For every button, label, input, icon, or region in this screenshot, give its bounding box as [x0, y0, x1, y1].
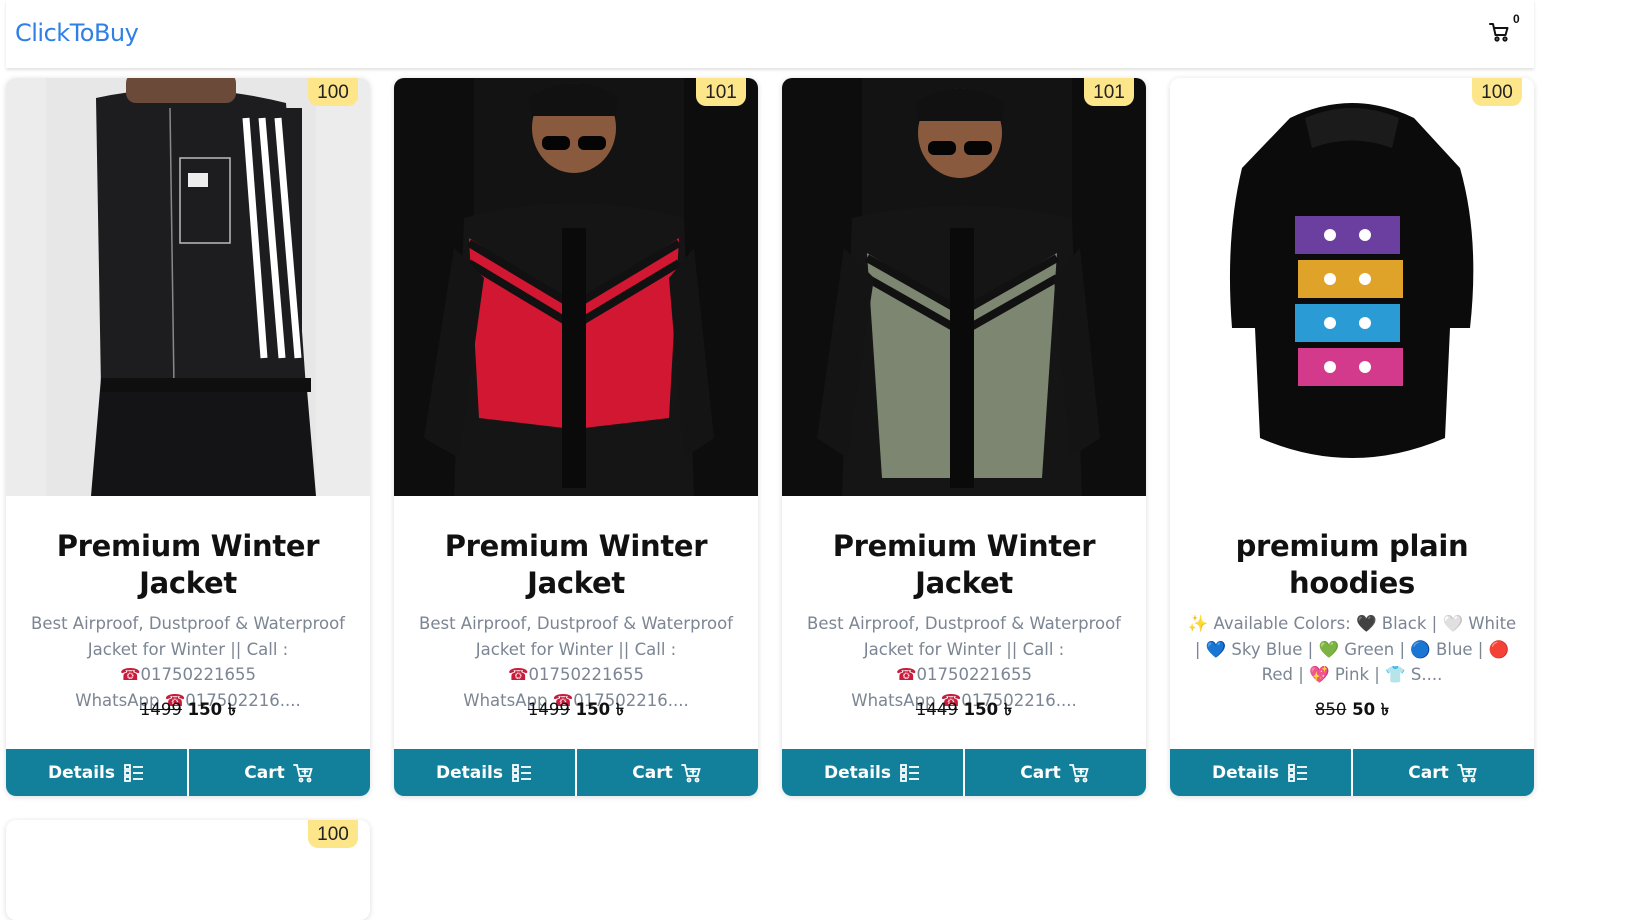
description-text: Jacket for Winter || Call : [475, 639, 677, 659]
details-button[interactable]: Details [782, 749, 963, 796]
product-title: Premium Winter Jacket [56, 529, 320, 600]
details-list-icon [124, 763, 143, 782]
product-title: premium plain hoodies [1235, 529, 1469, 600]
description-line: Jacket for Winter || Call : ☎01750221655 [20, 637, 356, 688]
stock-badge: 101 [1084, 78, 1134, 106]
product-price: 1449 150 ৳ [782, 697, 1146, 724]
old-price: 1499 [527, 700, 570, 719]
current-price: 50 [1352, 700, 1376, 719]
cart-label: Cart [244, 762, 285, 783]
product-card: 100 premium plain hoodies ✨ Available Co… [1170, 78, 1534, 796]
cart-plus-icon [292, 763, 313, 782]
product-card: 100 Premium Winter Jacket Best Airproof,… [6, 78, 370, 796]
add-to-cart-button[interactable]: Cart [1353, 749, 1534, 796]
details-label: Details [47, 762, 115, 783]
description-line: ✨ Available Colors: 🖤 Black | 🤍 White [1187, 614, 1517, 633]
details-list-icon [512, 763, 531, 782]
product-description: ✨ Available Colors: 🖤 Black | 🤍 White | … [1184, 611, 1520, 688]
product-card-partial: 100 [6, 820, 370, 920]
card-actions: Details Cart [6, 749, 370, 796]
description-line: Best Airproof, Dustproof & Waterproof [807, 614, 1121, 633]
cart-plus-icon [680, 763, 701, 782]
cart-label: Cart [1408, 762, 1449, 783]
description-line: Jacket for Winter || Call : ☎01750221655 [408, 637, 744, 688]
product-title: Premium Winter Jacket [832, 529, 1096, 600]
product-image[interactable] [394, 78, 758, 496]
product-title: Premium Winter Jacket [444, 529, 708, 600]
product-card: 101 Premium Winter Jacket Best Airproof,… [394, 78, 758, 796]
phone-icon: ☎ [119, 665, 141, 684]
phone-number: 01750221655 [528, 665, 645, 684]
cart-plus-icon [1456, 763, 1477, 782]
description-line: Red | 💖 Pink | 👕 S.... [1261, 665, 1443, 684]
description-text: Jacket for Winter || Call : [87, 639, 289, 659]
phone-number: 01750221655 [916, 665, 1033, 684]
details-list-icon [900, 763, 919, 782]
product-card: 101 Premium Winter Jacket Best Airproof,… [782, 78, 1146, 796]
details-button[interactable]: Details [394, 749, 575, 796]
details-list-icon [1288, 763, 1307, 782]
card-actions: Details Cart [782, 749, 1146, 796]
product-image[interactable] [782, 78, 1146, 496]
phone-number: 01750221655 [140, 665, 257, 684]
product-image[interactable] [1170, 78, 1534, 496]
phone-icon: ☎ [895, 665, 917, 684]
details-label: Details [435, 762, 503, 783]
stock-badge: 100 [1472, 78, 1522, 106]
stock-badge: 100 [308, 820, 358, 848]
brand-logo-link[interactable]: ClickToBuy [15, 19, 139, 47]
product-price: 1499 150 ৳ [6, 697, 370, 724]
card-actions: Details Cart [1170, 749, 1534, 796]
navbar: ClickToBuy 0 [6, 0, 1534, 68]
cart-label: Cart [1020, 762, 1061, 783]
phone-icon: ☎ [507, 665, 529, 684]
stock-badge: 101 [696, 78, 746, 106]
currency-symbol: ৳ [1380, 700, 1390, 719]
product-price: 1499 150 ৳ [394, 697, 758, 724]
product-price: 850 50 ৳ [1170, 697, 1534, 724]
currency-symbol: ৳ [227, 700, 237, 719]
nav-cart-icon[interactable] [1488, 20, 1512, 44]
old-price: 1449 [915, 700, 958, 719]
description-line: Best Airproof, Dustproof & Waterproof [31, 614, 345, 633]
current-price: 150 [963, 700, 999, 719]
details-label: Details [823, 762, 891, 783]
old-price: 850 [1314, 700, 1347, 719]
description-line: Jacket for Winter || Call : ☎01750221655 [796, 637, 1132, 688]
add-to-cart-button[interactable]: Cart [189, 749, 370, 796]
add-to-cart-button[interactable]: Cart [577, 749, 758, 796]
current-price: 150 [187, 700, 223, 719]
add-to-cart-button[interactable]: Cart [965, 749, 1146, 796]
description-line: | 💙 Sky Blue | 💚 Green | 🔵 Blue | 🔴 [1194, 639, 1510, 659]
currency-symbol: ৳ [615, 700, 625, 719]
cart-label: Cart [632, 762, 673, 783]
description-text: Jacket for Winter || Call : [863, 639, 1065, 659]
cart-plus-icon [1068, 763, 1089, 782]
details-label: Details [1211, 762, 1279, 783]
old-price: 1499 [139, 700, 182, 719]
card-actions: Details Cart [394, 749, 758, 796]
product-image[interactable] [6, 78, 370, 496]
currency-symbol: ৳ [1003, 700, 1013, 719]
details-button[interactable]: Details [1170, 749, 1351, 796]
description-line: Best Airproof, Dustproof & Waterproof [419, 614, 733, 633]
cart-count-badge: 0 [1513, 12, 1520, 26]
stock-badge: 100 [308, 78, 358, 106]
details-button[interactable]: Details [6, 749, 187, 796]
current-price: 150 [575, 700, 611, 719]
